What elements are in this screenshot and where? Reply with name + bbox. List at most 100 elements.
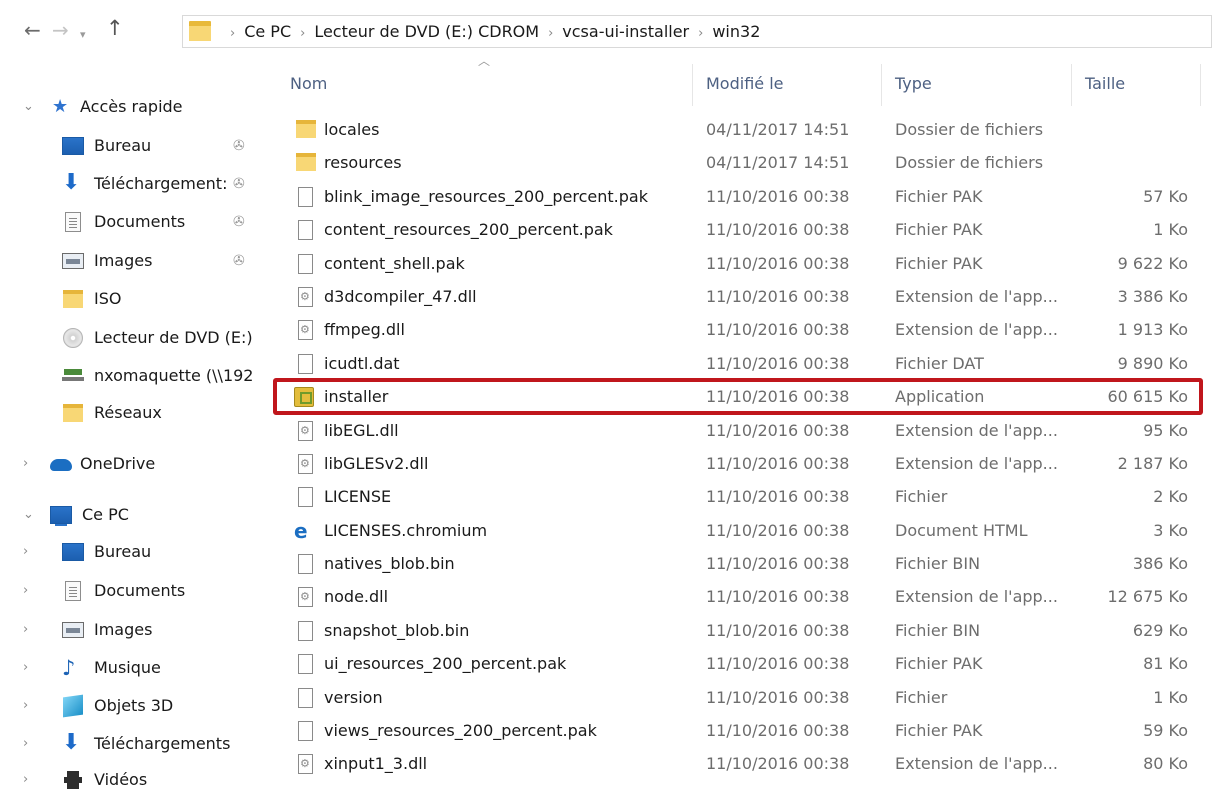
file-row[interactable]: e LICENSES.chromium 11/10/2016 00:38 Docume… xyxy=(278,514,1208,547)
file-type: Fichier PAK xyxy=(895,253,983,273)
file-row[interactable]: content_resources_200_percent.pak 11/10/2… xyxy=(278,213,1208,246)
collapsed-chevron-icon[interactable]: › xyxy=(23,729,28,759)
collapsed-chevron-icon[interactable]: › xyxy=(23,765,28,789)
file-row[interactable]: snapshot_blob.bin 11/10/2016 00:38 Fichier… xyxy=(278,614,1208,647)
file-row[interactable]: natives_blob.bin 11/10/2016 00:38 Fichier … xyxy=(278,547,1208,580)
breadcrumb-item[interactable]: Lecteur de DVD (E:) CDROM xyxy=(314,22,539,41)
file-size: 1 Ko xyxy=(1153,220,1188,240)
file-size: 386 Ko xyxy=(1132,554,1188,574)
folder-icon xyxy=(63,404,85,422)
sidebar-item-documents[interactable]: Documents ✇ xyxy=(0,207,262,237)
sidebar-item-pc-bureau[interactable]: › Bureau xyxy=(0,537,262,567)
sidebar-item-onedrive[interactable]: › OneDrive xyxy=(0,449,262,479)
breadcrumb-chevron-icon[interactable]: › xyxy=(698,26,703,41)
sidebar-item-pc-videos[interactable]: › Vidéos xyxy=(0,765,262,789)
music-icon: ♪ xyxy=(62,656,76,680)
recent-locations-chevron-icon[interactable]: ▾ xyxy=(80,25,86,45)
file-name: views_resources_200_percent.pak xyxy=(324,721,597,741)
file-modified: 11/10/2016 00:38 xyxy=(706,487,850,507)
file-row[interactable]: locales 04/11/2017 14:51 Dossier de fichie… xyxy=(278,113,1208,146)
file-icon xyxy=(298,687,313,708)
pin-icon[interactable]: ✇ xyxy=(233,131,245,161)
column-header-name[interactable]: Nom xyxy=(290,62,690,106)
dvd-icon xyxy=(63,328,83,348)
address-bar[interactable]: › Ce PC › Lecteur de DVD (E:) CDROM › vcsa-ui… xyxy=(182,15,1212,48)
sidebar-item-this-pc[interactable]: ⌄ Ce PC xyxy=(0,500,262,530)
breadcrumb-chevron-icon[interactable]: › xyxy=(300,26,305,41)
file-modified: 11/10/2016 00:38 xyxy=(706,554,850,574)
sidebar-item-images[interactable]: Images ✇ xyxy=(0,246,262,276)
collapsed-chevron-icon[interactable]: › xyxy=(23,691,28,721)
file-row[interactable]: libGLESv2.dll 11/10/2016 00:38 Extension d… xyxy=(278,447,1208,480)
collapsed-chevron-icon[interactable]: › xyxy=(23,653,28,683)
sidebar-item-pc-musique[interactable]: › ♪ Musique xyxy=(0,653,262,683)
file-size: 1 Ko xyxy=(1153,687,1188,707)
sidebar-item-pc-images[interactable]: › Images xyxy=(0,615,262,645)
column-divider[interactable] xyxy=(881,64,882,106)
collapsed-chevron-icon[interactable]: › xyxy=(23,449,28,479)
file-row[interactable]: blink_image_resources_200_percent.pak 11/… xyxy=(278,180,1208,213)
file-size: 59 Ko xyxy=(1143,721,1188,741)
file-modified: 11/10/2016 00:38 xyxy=(706,453,850,473)
file-size: 9 890 Ko xyxy=(1117,353,1188,373)
collapsed-chevron-icon[interactable]: › xyxy=(23,576,28,606)
sidebar-item-reseaux[interactable]: Réseaux xyxy=(0,398,262,428)
column-header-type[interactable]: Type xyxy=(895,62,1065,106)
file-size: 57 Ko xyxy=(1143,186,1188,206)
column-divider[interactable] xyxy=(1200,64,1201,106)
breadcrumb-item[interactable]: Ce PC xyxy=(244,22,291,41)
column-divider[interactable] xyxy=(692,64,693,106)
breadcrumb-item[interactable]: win32 xyxy=(712,22,760,41)
pin-icon[interactable]: ✇ xyxy=(233,207,245,237)
column-header-size[interactable]: Taille xyxy=(1085,62,1195,106)
sidebar-item-label: Bureau xyxy=(94,542,152,561)
breadcrumb-chevron-icon[interactable]: › xyxy=(548,26,553,41)
file-modified: 11/10/2016 00:38 xyxy=(706,620,850,640)
sidebar-item-pc-documents[interactable]: › Documents xyxy=(0,576,262,606)
expanded-chevron-icon[interactable]: ⌄ xyxy=(23,92,34,122)
file-row[interactable]: content_shell.pak 11/10/2016 00:38 Fichier… xyxy=(278,247,1208,280)
file-row[interactable]: views_resources_200_percent.pak 11/10/201… xyxy=(278,714,1208,747)
file-icon xyxy=(298,654,313,675)
sidebar-item-pc-telechargements[interactable]: › ⬇ Téléchargements xyxy=(0,729,262,759)
sidebar-item-bureau[interactable]: Bureau ✇ xyxy=(0,131,262,161)
sidebar-item-telechargements[interactable]: ⬇ Téléchargement: ✇ xyxy=(0,169,262,199)
dll-file-icon xyxy=(298,453,313,474)
file-row[interactable]: d3dcompiler_47.dll 11/10/2016 00:38 Extens… xyxy=(278,280,1208,313)
file-row[interactable]: ffmpeg.dll 11/10/2016 00:38 Extension de l… xyxy=(278,313,1208,346)
back-arrow-icon[interactable]: ← xyxy=(24,20,41,40)
sidebar-item-pc-objets-3d[interactable]: › Objets 3D xyxy=(0,691,262,721)
dll-file-icon xyxy=(298,420,313,441)
file-row[interactable]: node.dll 11/10/2016 00:38 Extension de l'a… xyxy=(278,580,1208,613)
column-divider[interactable] xyxy=(1071,64,1072,106)
column-header-modified[interactable]: Modifié le xyxy=(706,62,876,106)
file-type: Dossier de fichiers xyxy=(895,153,1044,173)
file-row[interactable]: version 11/10/2016 00:38 Fichier 1 Ko xyxy=(278,681,1208,714)
expanded-chevron-icon[interactable]: ⌄ xyxy=(23,500,34,530)
file-modified: 11/10/2016 00:38 xyxy=(706,286,850,306)
forward-arrow-icon[interactable]: → xyxy=(52,20,69,40)
pin-icon[interactable]: ✇ xyxy=(233,246,245,276)
sidebar-item-network-drive[interactable]: nxomaquette (\\192 xyxy=(0,361,262,391)
collapsed-chevron-icon[interactable]: › xyxy=(23,537,28,567)
sidebar-item-quick-access[interactable]: ⌄ ★ Accès rapide xyxy=(0,92,262,122)
file-row[interactable]: icudtl.dat 11/10/2016 00:38 Fichier DAT 9 8… xyxy=(278,347,1208,380)
file-row[interactable]: xinput1_3.dll 11/10/2016 00:38 Extension d… xyxy=(278,747,1208,780)
file-modified: 11/10/2016 00:38 xyxy=(706,420,850,440)
file-row[interactable]: libEGL.dll 11/10/2016 00:38 Extension de l… xyxy=(278,414,1208,447)
sidebar-item-dvd-drive[interactable]: Lecteur de DVD (E:) xyxy=(0,323,262,353)
internet-explorer-icon: e xyxy=(294,518,308,543)
file-row[interactable]: ui_resources_200_percent.pak 11/10/2016 0… xyxy=(278,647,1208,680)
breadcrumb-chevron-icon[interactable]: › xyxy=(230,26,235,41)
file-row[interactable]: resources 04/11/2017 14:51 Dossier de fich… xyxy=(278,146,1208,179)
file-size: 3 386 Ko xyxy=(1117,286,1188,306)
up-arrow-icon[interactable]: ↑ xyxy=(106,18,124,39)
folder-icon xyxy=(63,290,85,308)
file-type: Fichier PAK xyxy=(895,721,983,741)
sidebar-item-iso[interactable]: ISO xyxy=(0,284,262,314)
collapsed-chevron-icon[interactable]: › xyxy=(23,615,28,645)
dll-file-icon xyxy=(298,320,313,341)
pin-icon[interactable]: ✇ xyxy=(233,169,245,199)
breadcrumb-item[interactable]: vcsa-ui-installer xyxy=(562,22,689,41)
file-row[interactable]: LICENSE 11/10/2016 00:38 Fichier 2 Ko xyxy=(278,480,1208,513)
